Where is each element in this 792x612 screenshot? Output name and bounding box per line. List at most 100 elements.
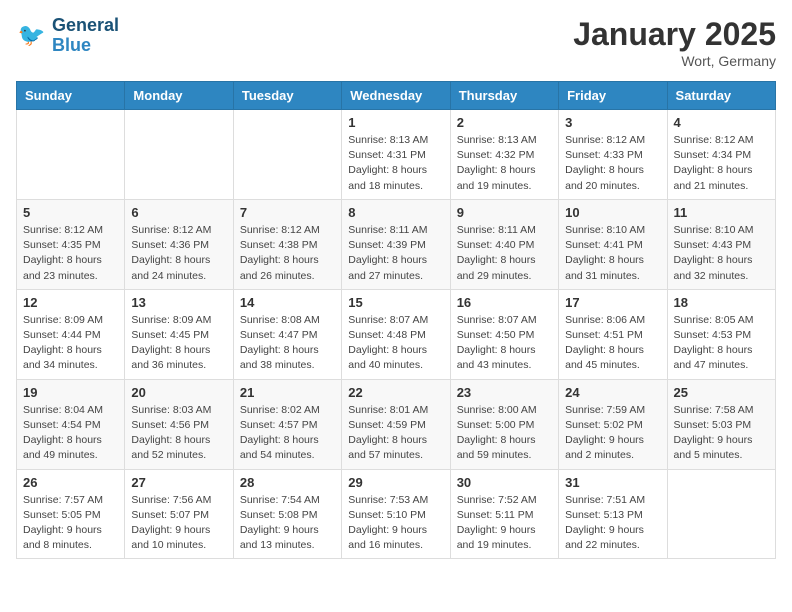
day-number: 29 [348, 475, 443, 490]
day-cell: 18Sunrise: 8:05 AM Sunset: 4:53 PM Dayli… [667, 289, 775, 379]
day-info: Sunrise: 8:09 AM Sunset: 4:45 PM Dayligh… [131, 313, 226, 374]
day-cell: 4 Sunrise: 8:12 AM Sunset: 4:34 PM Daylig… [667, 110, 775, 200]
day-number: 8 [348, 205, 443, 220]
day-info: Sunrise: 8:00 AM Sunset: 5:00 PM Dayligh… [457, 403, 552, 464]
day-info: Sunrise: 8:01 AM Sunset: 4:59 PM Dayligh… [348, 403, 443, 464]
calendar: SundayMondayTuesdayWednesdayThursdayFrid… [16, 81, 776, 559]
day-number: 25 [674, 385, 769, 400]
day-cell: 31Sunrise: 7:51 AM Sunset: 5:13 PM Dayli… [559, 469, 667, 559]
day-number: 20 [131, 385, 226, 400]
day-info: Sunrise: 8:10 AM Sunset: 4:43 PM Dayligh… [674, 223, 769, 284]
day-info: Sunrise: 8:12 AM Sunset: 4:34 PM Dayligh… [674, 133, 769, 194]
day-info: Sunrise: 8:06 AM Sunset: 4:51 PM Dayligh… [565, 313, 660, 374]
day-info: Sunrise: 7:59 AM Sunset: 5:02 PM Dayligh… [565, 403, 660, 464]
day-cell: 12 Sunrise: 8:09 AM Sunset: 4:44 PM Dayli… [17, 289, 125, 379]
day-info: Sunrise: 7:56 AM Sunset: 5:07 PM Dayligh… [131, 493, 226, 554]
day-info: Sunrise: 7:53 AM Sunset: 5:10 PM Dayligh… [348, 493, 443, 554]
day-cell: 10 Sunrise: 8:10 AM Sunset: 4:41 PM Dayli… [559, 199, 667, 289]
day-info: Sunrise: 8:09 AM Sunset: 4:44 PM Dayligh… [23, 313, 118, 374]
day-info: Sunrise: 7:52 AM Sunset: 5:11 PM Dayligh… [457, 493, 552, 554]
day-number: 1 [348, 115, 443, 130]
day-info: Sunrise: 8:13 AM Sunset: 4:32 PM Dayligh… [457, 133, 552, 194]
day-number: 23 [457, 385, 552, 400]
day-number: 27 [131, 475, 226, 490]
day-number: 11 [674, 205, 769, 220]
day-number: 19 [23, 385, 118, 400]
day-cell: 29 Sunrise: 7:53 AM Sunset: 5:10 PM Dayli… [342, 469, 450, 559]
day-number: 18 [674, 295, 769, 310]
day-cell [125, 110, 233, 200]
day-number: 2 [457, 115, 552, 130]
day-cell: 2 Sunrise: 8:13 AM Sunset: 4:32 PM Daylig… [450, 110, 558, 200]
week-row-5: 26 Sunrise: 7:57 AM Sunset: 5:05 PM Dayli… [17, 469, 776, 559]
day-cell: 26 Sunrise: 7:57 AM Sunset: 5:05 PM Dayli… [17, 469, 125, 559]
day-info: Sunrise: 8:12 AM Sunset: 4:38 PM Dayligh… [240, 223, 335, 284]
svg-text:🐦: 🐦 [18, 22, 46, 47]
day-number: 21 [240, 385, 335, 400]
day-info: Sunrise: 8:12 AM Sunset: 4:36 PM Dayligh… [131, 223, 226, 284]
page-header: 🐦 General Blue January 2025 Wort, German… [16, 16, 776, 69]
weekday-header-saturday: Saturday [667, 82, 775, 110]
day-cell: 5 Sunrise: 8:12 AM Sunset: 4:35 PM Daylig… [17, 199, 125, 289]
day-number: 9 [457, 205, 552, 220]
weekday-header-thursday: Thursday [450, 82, 558, 110]
day-cell: 24 Sunrise: 7:59 AM Sunset: 5:02 PM Dayli… [559, 379, 667, 469]
day-number: 10 [565, 205, 660, 220]
day-number: 4 [674, 115, 769, 130]
location: Wort, Germany [573, 53, 776, 69]
day-cell: 28Sunrise: 7:54 AM Sunset: 5:08 PM Dayli… [233, 469, 341, 559]
weekday-header-friday: Friday [559, 82, 667, 110]
day-number: 12 [23, 295, 118, 310]
day-info: Sunrise: 8:11 AM Sunset: 4:40 PM Dayligh… [457, 223, 552, 284]
weekday-header-row: SundayMondayTuesdayWednesdayThursdayFrid… [17, 82, 776, 110]
day-cell: 1 Sunrise: 8:13 AM Sunset: 4:31 PM Daylig… [342, 110, 450, 200]
day-info: Sunrise: 8:13 AM Sunset: 4:31 PM Dayligh… [348, 133, 443, 194]
day-cell: 9 Sunrise: 8:11 AM Sunset: 4:40 PM Daylig… [450, 199, 558, 289]
weekday-header-wednesday: Wednesday [342, 82, 450, 110]
day-number: 22 [348, 385, 443, 400]
day-number: 13 [131, 295, 226, 310]
day-number: 15 [348, 295, 443, 310]
day-info: Sunrise: 8:12 AM Sunset: 4:35 PM Dayligh… [23, 223, 118, 284]
day-cell: 30Sunrise: 7:52 AM Sunset: 5:11 PM Dayli… [450, 469, 558, 559]
day-number: 14 [240, 295, 335, 310]
day-info: Sunrise: 7:54 AM Sunset: 5:08 PM Dayligh… [240, 493, 335, 554]
day-info: Sunrise: 8:02 AM Sunset: 4:57 PM Dayligh… [240, 403, 335, 464]
month-title: January 2025 [573, 16, 776, 53]
day-cell: 20Sunrise: 8:03 AM Sunset: 4:56 PM Dayli… [125, 379, 233, 469]
day-cell: 27 Sunrise: 7:56 AM Sunset: 5:07 PM Dayli… [125, 469, 233, 559]
day-info: Sunrise: 8:11 AM Sunset: 4:39 PM Dayligh… [348, 223, 443, 284]
day-number: 5 [23, 205, 118, 220]
week-row-2: 5 Sunrise: 8:12 AM Sunset: 4:35 PM Daylig… [17, 199, 776, 289]
day-cell: 7 Sunrise: 8:12 AM Sunset: 4:38 PM Daylig… [233, 199, 341, 289]
day-cell [17, 110, 125, 200]
logo: 🐦 General Blue [16, 16, 119, 56]
day-cell [233, 110, 341, 200]
day-cell: 13 Sunrise: 8:09 AM Sunset: 4:45 PM Dayli… [125, 289, 233, 379]
day-info: Sunrise: 8:07 AM Sunset: 4:48 PM Dayligh… [348, 313, 443, 374]
day-number: 26 [23, 475, 118, 490]
day-cell: 15 Sunrise: 8:07 AM Sunset: 4:48 PM Dayli… [342, 289, 450, 379]
day-cell: 14Sunrise: 8:08 AM Sunset: 4:47 PM Dayli… [233, 289, 341, 379]
day-cell: 16 Sunrise: 8:07 AM Sunset: 4:50 PM Dayli… [450, 289, 558, 379]
day-cell: 17 Sunrise: 8:06 AM Sunset: 4:51 PM Dayli… [559, 289, 667, 379]
logo-text: General Blue [52, 16, 119, 56]
weekday-header-sunday: Sunday [17, 82, 125, 110]
week-row-3: 12 Sunrise: 8:09 AM Sunset: 4:44 PM Dayli… [17, 289, 776, 379]
day-cell: 8 Sunrise: 8:11 AM Sunset: 4:39 PM Daylig… [342, 199, 450, 289]
day-number: 17 [565, 295, 660, 310]
day-cell: 25 Sunrise: 7:58 AM Sunset: 5:03 PM Dayli… [667, 379, 775, 469]
day-cell: 19Sunrise: 8:04 AM Sunset: 4:54 PM Dayli… [17, 379, 125, 469]
day-cell: 22 Sunrise: 8:01 AM Sunset: 4:59 PM Dayli… [342, 379, 450, 469]
day-info: Sunrise: 8:10 AM Sunset: 4:41 PM Dayligh… [565, 223, 660, 284]
day-info: Sunrise: 7:58 AM Sunset: 5:03 PM Dayligh… [674, 403, 769, 464]
day-number: 7 [240, 205, 335, 220]
day-info: Sunrise: 8:12 AM Sunset: 4:33 PM Dayligh… [565, 133, 660, 194]
day-cell: 23 Sunrise: 8:00 AM Sunset: 5:00 PM Dayli… [450, 379, 558, 469]
day-info: Sunrise: 7:57 AM Sunset: 5:05 PM Dayligh… [23, 493, 118, 554]
day-number: 24 [565, 385, 660, 400]
day-info: Sunrise: 8:07 AM Sunset: 4:50 PM Dayligh… [457, 313, 552, 374]
day-number: 16 [457, 295, 552, 310]
day-number: 31 [565, 475, 660, 490]
day-cell [667, 469, 775, 559]
